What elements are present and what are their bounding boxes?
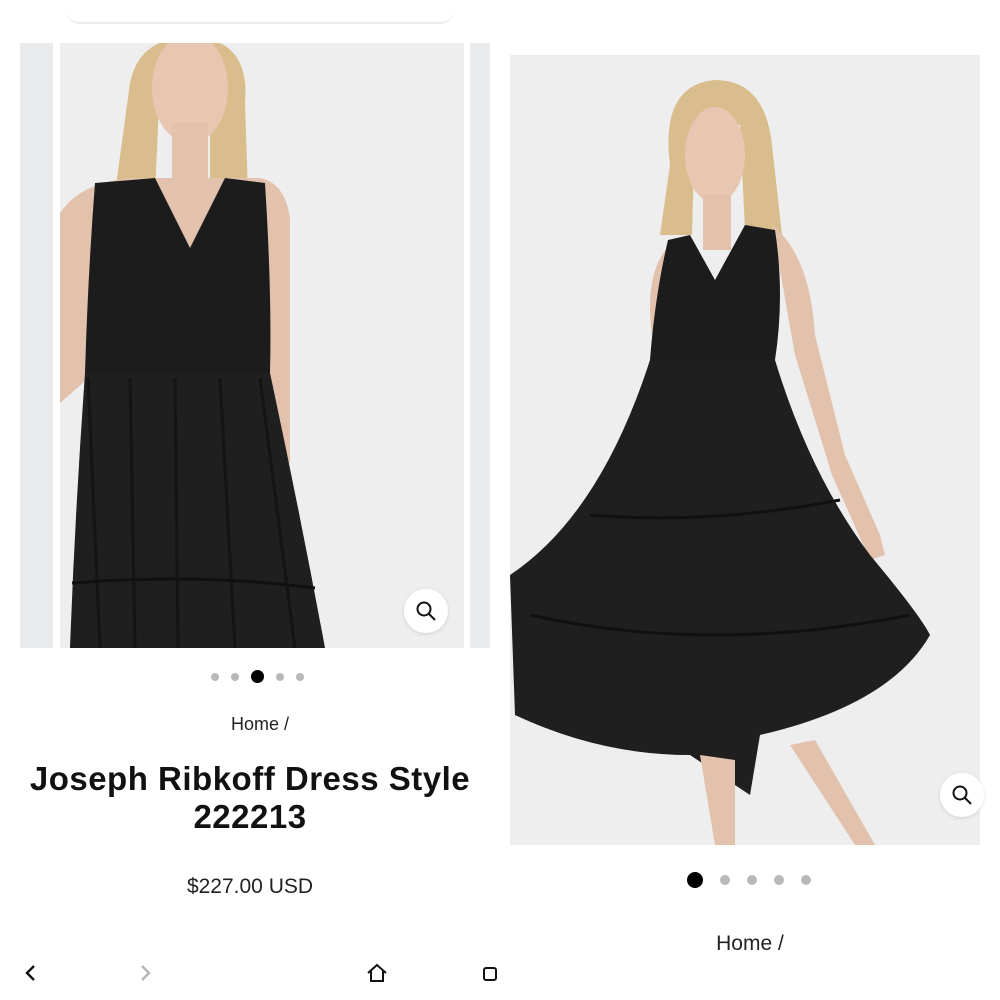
magnifier-icon [952, 785, 972, 805]
left-screenshot: Home / Joseph Ribkoff Dress Style 222213… [0, 0, 500, 1000]
browser-bottom-toolbar [0, 948, 500, 1000]
carousel-dot[interactable] [276, 672, 284, 681]
product-image[interactable] [60, 43, 464, 648]
carousel-dot[interactable] [720, 875, 730, 885]
zoom-button[interactable] [940, 773, 984, 817]
carousel-dot[interactable] [231, 672, 239, 681]
home-icon [367, 963, 387, 982]
carousel-dot[interactable] [747, 875, 757, 885]
tabs-button[interactable] [472, 956, 500, 990]
carousel-dot[interactable] [774, 875, 784, 885]
model-photo [510, 55, 980, 845]
breadcrumb: Home / [500, 932, 1000, 956]
back-button[interactable] [14, 956, 48, 990]
product-title-line2: 222213 [193, 798, 307, 835]
right-screenshot: Home / [500, 0, 1000, 1000]
address-bar-edge [66, 0, 454, 24]
forward-arrow-icon [141, 965, 151, 981]
tabs-icon [483, 967, 497, 981]
carousel-dot[interactable] [296, 672, 304, 681]
carousel-indicator [211, 670, 316, 683]
magnifier-icon [416, 601, 436, 621]
carousel-indicator [687, 872, 828, 888]
breadcrumb-separator: / [778, 932, 784, 955]
product-title-line1: Joseph Ribkoff Dress Style [29, 760, 471, 797]
breadcrumb-home-link[interactable]: Home [716, 932, 772, 955]
product-image[interactable] [510, 55, 980, 845]
model-photo [60, 43, 464, 648]
next-product-image-edge[interactable] [470, 43, 490, 648]
breadcrumb-home-link[interactable]: Home [231, 714, 279, 734]
carousel-dot[interactable] [211, 672, 219, 681]
breadcrumb-separator: / [284, 714, 290, 734]
breadcrumb: Home / [0, 714, 500, 735]
zoom-button[interactable] [404, 589, 448, 633]
carousel-dot[interactable] [801, 875, 811, 885]
home-button[interactable] [360, 956, 394, 990]
carousel-dot-active[interactable] [251, 670, 264, 683]
forward-button[interactable] [128, 956, 162, 990]
carousel-dot-active[interactable] [687, 872, 703, 888]
product-title: Joseph Ribkoff Dress Style 222213 [0, 760, 500, 836]
back-arrow-icon [25, 965, 35, 981]
previous-product-image-edge[interactable] [20, 43, 53, 648]
product-price: $227.00 USD [186, 875, 314, 898]
